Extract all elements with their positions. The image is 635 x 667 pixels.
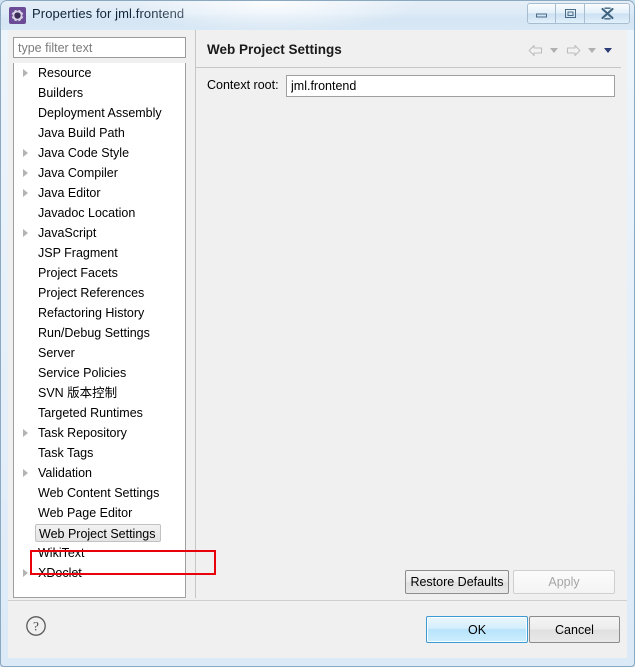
- expand-triangle-icon[interactable]: [23, 229, 28, 237]
- restore-button[interactable]: [556, 3, 585, 24]
- sidebar-item-label: Task Repository: [38, 426, 127, 440]
- help-question-icon[interactable]: ?: [25, 615, 47, 637]
- sidebar-item-label: Deployment Assembly: [38, 106, 162, 120]
- sidebar-item-java-code-style[interactable]: Java Code Style: [14, 143, 185, 163]
- dialog-footer: ? OK Cancel: [8, 601, 627, 658]
- forward-history-chevron-down-icon[interactable]: [585, 41, 599, 59]
- sidebar-item-label: Web Page Editor: [38, 506, 133, 520]
- minimize-button[interactable]: [527, 3, 556, 24]
- gear-icon: [9, 7, 26, 24]
- sidebar-item-builders[interactable]: Builders: [14, 83, 185, 103]
- expand-triangle-icon[interactable]: [23, 569, 28, 577]
- expand-triangle-icon[interactable]: [23, 469, 28, 477]
- sidebar-item-project-references[interactable]: Project References: [14, 283, 185, 303]
- sidebar-item-label: Java Code Style: [38, 146, 130, 160]
- sidebar-item-server[interactable]: Server: [14, 343, 185, 363]
- sidebar-item-label: Server: [38, 346, 75, 360]
- sidebar-item-label: SVN 版本控制: [38, 386, 118, 400]
- sidebar-item-service-policies[interactable]: Service Policies: [14, 363, 185, 383]
- page-header: Web Project Settings: [195, 35, 621, 67]
- sidebar-item-xdoclet[interactable]: XDoclet: [14, 563, 185, 583]
- context-root-row: Context root:: [195, 75, 621, 99]
- apply-bar: Restore Defaults Apply: [195, 566, 621, 598]
- sidebar-item-targeted-runtimes[interactable]: Targeted Runtimes: [14, 403, 185, 423]
- filter-input[interactable]: [13, 37, 186, 58]
- dialog-body: Resource Builders Deployment Assembly Java …: [8, 30, 627, 658]
- expand-triangle-icon[interactable]: [23, 69, 28, 77]
- expand-triangle-icon[interactable]: [23, 429, 28, 437]
- sidebar-item-svn-版本控制[interactable]: SVN 版本控制: [14, 383, 185, 403]
- page-title: Web Project Settings: [207, 42, 342, 57]
- sidebar-item-java-editor[interactable]: Java Editor: [14, 183, 185, 203]
- settings-tree-list: Resource Builders Deployment Assembly Java …: [14, 63, 185, 583]
- sidebar-item-label: Resource: [38, 66, 92, 80]
- sidebar-item-label: Refactoring History: [38, 306, 145, 320]
- sidebar-item-resource[interactable]: Resource: [14, 63, 185, 83]
- sidebar-item-web-page-editor[interactable]: Web Page Editor: [14, 503, 185, 523]
- sidebar-item-label: WikiText: [38, 546, 85, 560]
- back-history-chevron-down-icon[interactable]: [547, 41, 561, 59]
- expand-triangle-icon[interactable]: [23, 169, 28, 177]
- sidebar-item-label: Run/Debug Settings: [38, 326, 150, 340]
- sidebar-item-run-debug-settings[interactable]: Run/Debug Settings: [14, 323, 185, 343]
- restore-defaults-button[interactable]: Restore Defaults: [405, 570, 509, 594]
- sidebar-item-label: Javadoc Location: [38, 206, 136, 220]
- sidebar-item-project-facets[interactable]: Project Facets: [14, 263, 185, 283]
- sidebar-item-label: JavaScript: [38, 226, 97, 240]
- sidebar-item-refactoring-history[interactable]: Refactoring History: [14, 303, 185, 323]
- sidebar-item-label: XDoclet: [38, 566, 82, 580]
- ok-button[interactable]: OK: [426, 616, 528, 643]
- forward-arrow-icon[interactable]: [563, 41, 583, 59]
- sidebar-item-javadoc-location[interactable]: Javadoc Location: [14, 203, 185, 223]
- window-controls: [527, 3, 630, 24]
- sidebar-item-task-tags[interactable]: Task Tags: [14, 443, 185, 463]
- sidebar-item-label: Java Compiler: [38, 166, 118, 180]
- cancel-button[interactable]: Cancel: [529, 616, 620, 643]
- panel-divider: [195, 30, 196, 598]
- view-menu-chevron-down-icon[interactable]: [601, 41, 615, 59]
- sidebar-item-jsp-fragment[interactable]: JSP Fragment: [14, 243, 185, 263]
- window-title: Properties for jml.frontend: [32, 6, 185, 21]
- sidebar-item-label: Targeted Runtimes: [38, 406, 143, 420]
- sidebar-item-task-repository[interactable]: Task Repository: [14, 423, 185, 443]
- sidebar-item-wikitext[interactable]: WikiText: [14, 543, 185, 563]
- expand-triangle-icon[interactable]: [23, 149, 28, 157]
- settings-tree[interactable]: Resource Builders Deployment Assembly Java …: [13, 63, 186, 598]
- sidebar-item-web-content-settings[interactable]: Web Content Settings: [14, 483, 185, 503]
- sidebar-item-java-build-path[interactable]: Java Build Path: [14, 123, 185, 143]
- sidebar-item-label: Web Content Settings: [38, 486, 160, 500]
- sidebar-item-label: Project Facets: [38, 266, 118, 280]
- sidebar-item-deployment-assembly[interactable]: Deployment Assembly: [14, 103, 185, 123]
- sidebar-item-label: Web Project Settings: [35, 524, 161, 542]
- expand-triangle-icon[interactable]: [23, 189, 28, 197]
- title-bar[interactable]: Properties for jml.frontend: [1, 1, 634, 30]
- sidebar-item-validation[interactable]: Validation: [14, 463, 185, 483]
- sidebar-item-java-compiler[interactable]: Java Compiler: [14, 163, 185, 183]
- context-root-label: Context root:: [207, 78, 279, 92]
- sidebar-item-web-project-settings[interactable]: Web Project Settings: [14, 523, 185, 543]
- back-arrow-icon[interactable]: [525, 41, 545, 59]
- sidebar-item-label: Service Policies: [38, 366, 127, 380]
- properties-dialog-window: Properties for jml.frontend type filter …: [0, 0, 635, 667]
- sidebar-item-label: Project References: [38, 286, 145, 300]
- svg-text:?: ?: [33, 619, 39, 634]
- close-button[interactable]: [585, 3, 630, 24]
- context-root-input[interactable]: [286, 75, 615, 97]
- page-nav-icons: [525, 41, 615, 59]
- sidebar-item-label: Java Editor: [38, 186, 101, 200]
- sidebar-item-label: Validation: [38, 466, 92, 480]
- sidebar-item-label: Task Tags: [38, 446, 94, 460]
- sidebar-item-javascript[interactable]: JavaScript: [14, 223, 185, 243]
- sidebar-item-label: Java Build Path: [38, 126, 125, 140]
- header-separator: [195, 67, 621, 68]
- sidebar-item-label: JSP Fragment: [38, 246, 118, 260]
- sidebar-item-label: Builders: [38, 86, 84, 100]
- apply-button[interactable]: Apply: [513, 570, 615, 594]
